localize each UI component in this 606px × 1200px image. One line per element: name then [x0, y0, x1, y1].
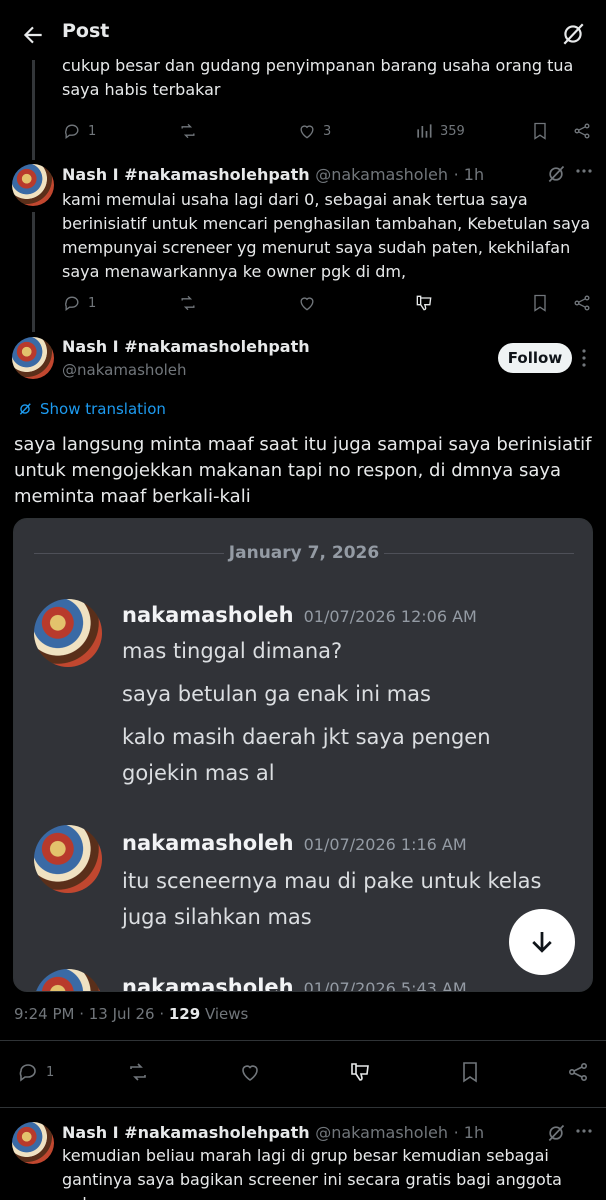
share-icon	[574, 123, 590, 139]
avatar	[34, 825, 102, 893]
avatar	[34, 969, 102, 991]
divider	[0, 1040, 606, 1041]
retweet-icon	[130, 1063, 146, 1081]
dislike-button[interactable]	[348, 1059, 372, 1085]
message-timestamp: 01/07/2026 1:16 AM	[303, 835, 467, 854]
retweet-button[interactable]	[178, 118, 198, 144]
reply-icon	[65, 296, 79, 311]
like-count: 3	[323, 123, 332, 139]
attached-image[interactable]: January 7, 2026 nakamasholeh 01/07/2026 1…	[13, 518, 593, 992]
previous-tweet-actions: 1 3 359	[0, 118, 606, 144]
dislike-button[interactable]	[414, 290, 434, 316]
heart-icon	[300, 125, 314, 139]
reply-count: 1	[88, 123, 97, 139]
avatar[interactable]	[12, 337, 54, 379]
reply-button[interactable]: 1	[62, 290, 96, 316]
like-button[interactable]: 3	[297, 118, 331, 144]
message-author: nakamasholeh	[122, 975, 294, 992]
bookmark-icon	[463, 1062, 477, 1083]
retweet-icon	[181, 123, 195, 139]
grok-icon[interactable]	[560, 21, 586, 47]
message-header: nakamasholeh 01/07/2026 5:43 AM	[122, 975, 467, 992]
follow-button[interactable]: Follow	[498, 343, 572, 373]
avatar	[34, 599, 102, 667]
heart-icon	[300, 297, 314, 311]
like-button[interactable]	[238, 1059, 262, 1085]
tweet-text: kemudian beliau marah lagi di grup besar…	[62, 1146, 562, 1200]
tweet-author[interactable]: Nash I #nakamasholehpath @nakamasholeh ·…	[62, 1123, 484, 1142]
tweet-time: · 1h	[453, 165, 485, 184]
bookmark-button[interactable]	[530, 290, 550, 316]
reply-icon	[65, 124, 79, 139]
message-header: nakamasholeh 01/07/2026 12:06 AM	[122, 603, 477, 627]
message-line: saya betulan ga enak ini mas	[122, 682, 431, 706]
divider	[0, 1107, 606, 1108]
arrow-down-icon	[532, 932, 552, 953]
views-button[interactable]: 359	[414, 118, 465, 144]
thumbs-down-icon	[416, 295, 432, 311]
share-icon	[574, 295, 590, 311]
analytics-icon	[417, 124, 432, 138]
date-divider: January 7, 2026	[228, 543, 380, 563]
back-arrow-icon[interactable]	[20, 22, 46, 48]
main-tweet-actions: 1	[0, 1059, 606, 1085]
message-line: kalo masih daerah jkt saya pengen gojeki…	[122, 725, 491, 785]
message-author: nakamasholeh	[122, 603, 294, 627]
show-translation-label: Show translation	[40, 400, 166, 418]
thread-connector	[32, 60, 35, 160]
tweet-author[interactable]: Nash I #nakamasholehpath @nakamasholeh ·…	[62, 165, 484, 184]
retweet-button[interactable]	[178, 290, 198, 316]
page-title: Post	[62, 20, 110, 42]
reply-button[interactable]: 1	[16, 1059, 54, 1085]
reply-count: 1	[88, 295, 97, 311]
scroll-down-button[interactable]	[509, 909, 575, 975]
message-timestamp: 01/07/2026 5:43 AM	[303, 979, 467, 992]
reply-button[interactable]: 1	[62, 118, 96, 144]
previous-tweet-text: cukup besar dan gudang penyimpanan baran…	[62, 56, 574, 99]
views-count: 129	[168, 1005, 201, 1023]
tweet-timestamp: 9:24 PM · 13 Jul 26 ·	[14, 1005, 169, 1023]
reply-icon	[19, 1064, 36, 1082]
avatar[interactable]	[12, 1122, 54, 1164]
tweet-time: · 1h	[453, 1123, 485, 1142]
share-button[interactable]	[572, 118, 592, 144]
share-button[interactable]	[566, 1059, 590, 1085]
bookmark-button[interactable]	[530, 118, 550, 144]
message-line: mas tinggal dimana?	[122, 639, 343, 663]
views-label: Views	[200, 1005, 249, 1023]
show-translation-link[interactable]: Show translation	[18, 400, 166, 418]
grok-icon[interactable]	[546, 1123, 568, 1145]
author-name[interactable]: Nash I #nakamasholehpath	[62, 337, 310, 356]
grok-icon[interactable]	[546, 164, 568, 186]
heart-icon	[242, 1065, 258, 1081]
tweet-text: kami memulai usaha lagi dari 0, sebagai …	[62, 190, 591, 281]
reply-tweet-actions: 1	[0, 290, 606, 316]
message-author: nakamasholeh	[122, 831, 294, 855]
thumbs-down-icon	[351, 1063, 369, 1081]
more-vertical-icon[interactable]	[581, 348, 589, 368]
view-count: 359	[440, 123, 465, 139]
grok-icon	[19, 403, 31, 415]
author-name: Nash I #nakamasholehpath	[62, 165, 310, 184]
author-name: Nash I #nakamasholehpath	[62, 1123, 310, 1142]
bookmark-icon	[534, 294, 546, 312]
author-handle: @nakamasholeh	[315, 165, 449, 184]
author-handle: @nakamasholeh	[315, 1123, 449, 1142]
bookmark-button[interactable]	[458, 1059, 482, 1085]
author-handle[interactable]: @nakamasholeh	[62, 361, 187, 379]
retweet-button[interactable]	[126, 1059, 150, 1085]
main-tweet-text: saya langsung minta maaf saat itu juga s…	[14, 434, 592, 507]
more-icon[interactable]	[576, 168, 594, 182]
retweet-icon	[181, 295, 195, 311]
message-header: nakamasholeh 01/07/2026 1:16 AM	[122, 831, 467, 855]
reply-count: 1	[46, 1064, 55, 1080]
bookmark-icon	[534, 122, 546, 140]
tweet-meta: 9:24 PM · 13 Jul 26 · 129 Views	[14, 1005, 248, 1023]
like-button[interactable]	[297, 290, 317, 316]
avatar[interactable]	[12, 164, 54, 206]
more-icon[interactable]	[576, 1128, 594, 1142]
share-icon	[568, 1062, 588, 1082]
message-timestamp: 01/07/2026 12:06 AM	[303, 607, 477, 626]
share-button[interactable]	[572, 290, 592, 316]
